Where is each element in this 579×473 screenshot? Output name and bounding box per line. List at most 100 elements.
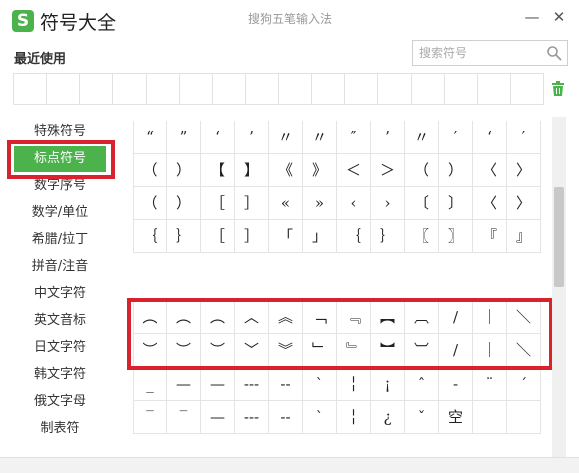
symbol-cell[interactable]: ］ — [235, 187, 269, 220]
symbol-cell[interactable]: ˊ — [507, 368, 541, 401]
symbol-cell[interactable]: 〖 — [405, 220, 439, 253]
symbol-cell[interactable]: --- — [235, 368, 269, 401]
symbol-cell[interactable]: 』 — [507, 220, 541, 253]
sidebar-item-category[interactable]: 数学/单位 — [14, 200, 106, 226]
minimize-button[interactable]: — — [523, 8, 541, 26]
recent-symbol-cell[interactable] — [478, 74, 511, 104]
symbol-cell[interactable]: 〈 — [473, 154, 507, 187]
search-icon[interactable] — [546, 45, 562, 61]
symbol-cell[interactable]: ［ — [201, 220, 235, 253]
symbol-cell[interactable]: ¿ — [371, 401, 405, 434]
recent-symbol-cell[interactable] — [511, 74, 543, 104]
search-input[interactable] — [413, 41, 541, 65]
sidebar-item-category[interactable]: 俄文字母 — [14, 389, 106, 415]
symbol-cell[interactable]: 空 — [439, 401, 473, 434]
symbol-cell[interactable] — [473, 401, 507, 434]
symbol-cell[interactable]: （ — [405, 154, 439, 187]
symbol-cell[interactable]: 〉 — [507, 187, 541, 220]
sidebar-item-category[interactable]: 中文字符 — [14, 281, 106, 307]
symbol-cell[interactable]: ｛ — [133, 220, 167, 253]
symbol-cell[interactable]: ╎ — [337, 401, 371, 434]
symbol-cell[interactable]: “ — [133, 121, 167, 154]
symbol-cell[interactable]: 〉 — [507, 154, 541, 187]
symbol-cell[interactable]: 〕 — [439, 187, 473, 220]
recent-symbol-cell[interactable] — [80, 74, 114, 104]
symbol-cell[interactable]: ］ — [235, 220, 269, 253]
symbol-cell[interactable]: -- — [269, 401, 303, 434]
symbol-cell[interactable]: ¡ — [371, 368, 405, 401]
symbol-cell[interactable]: ＜ — [337, 154, 371, 187]
scrollbar-thumb[interactable] — [554, 187, 564, 287]
symbol-cell[interactable]: — — [201, 368, 235, 401]
symbol-cell[interactable]: 〃 — [303, 121, 337, 154]
symbol-cell[interactable]: ˇ — [405, 401, 439, 434]
recent-symbol-cell[interactable] — [180, 74, 213, 104]
symbol-cell[interactable]: ） — [167, 154, 201, 187]
symbol-cell[interactable]: « — [269, 187, 303, 220]
recent-symbol-cell[interactable] — [47, 74, 81, 104]
recent-symbol-cell[interactable] — [147, 74, 180, 104]
search-box[interactable] — [412, 40, 568, 66]
symbol-cell[interactable]: ‘ — [473, 121, 507, 154]
symbol-cell[interactable]: --- — [235, 401, 269, 434]
symbol-cell[interactable]: ’ — [235, 121, 269, 154]
recent-symbol-cell[interactable] — [213, 74, 246, 104]
recent-symbol-cell[interactable] — [113, 74, 147, 104]
symbol-cell[interactable]: › — [371, 187, 405, 220]
recent-symbol-cell[interactable] — [246, 74, 279, 104]
symbol-cell[interactable]: 【 — [201, 154, 235, 187]
symbol-cell[interactable]: 》 — [303, 154, 337, 187]
symbol-cell[interactable]: ｝ — [167, 220, 201, 253]
recent-symbol-cell[interactable] — [378, 74, 412, 104]
symbol-cell[interactable]: ‘ — [201, 121, 235, 154]
recent-symbol-cell[interactable] — [412, 74, 445, 104]
symbol-cell[interactable]: ′ — [439, 121, 473, 154]
symbol-cell[interactable]: （ — [133, 154, 167, 187]
recent-symbol-cell[interactable] — [312, 74, 346, 104]
symbol-cell[interactable]: » — [303, 187, 337, 220]
symbol-cell[interactable]: 〗 — [439, 220, 473, 253]
symbol-cell[interactable] — [507, 401, 541, 434]
sidebar-item-category[interactable]: 拼音/注音 — [14, 254, 106, 280]
symbol-cell[interactable]: 〃 — [269, 121, 303, 154]
symbol-cell[interactable]: ╎ — [337, 368, 371, 401]
symbol-cell[interactable]: 「 — [269, 220, 303, 253]
symbol-cell[interactable]: 『 — [473, 220, 507, 253]
symbol-cell[interactable]: ‾ — [133, 401, 167, 434]
sidebar-item-category[interactable]: 韩文字符 — [14, 362, 106, 388]
symbol-cell[interactable]: 〔 — [405, 187, 439, 220]
symbol-cell[interactable]: ″ — [337, 121, 371, 154]
symbol-cell[interactable]: — — [167, 368, 201, 401]
symbol-cell[interactable]: ＞ — [371, 154, 405, 187]
symbol-cell[interactable]: ［ — [201, 187, 235, 220]
symbol-cell[interactable]: ˋ — [303, 368, 337, 401]
symbol-cell[interactable]: 《 — [269, 154, 303, 187]
symbol-cell[interactable]: 〈 — [473, 187, 507, 220]
symbol-cell[interactable]: ） — [167, 187, 201, 220]
symbol-cell[interactable]: -- — [269, 368, 303, 401]
symbol-cell[interactable]: ” — [167, 121, 201, 154]
recent-symbol-cell[interactable] — [445, 74, 478, 104]
symbol-cell[interactable]: ｝ — [371, 220, 405, 253]
symbol-cell[interactable]: ‹ — [337, 187, 371, 220]
recent-symbol-cell[interactable] — [279, 74, 313, 104]
recent-symbol-cell[interactable] — [14, 74, 48, 104]
sidebar-item-category[interactable]: 希腊/拉丁 — [14, 227, 106, 253]
symbol-cell[interactable]: — — [201, 401, 235, 434]
sidebar-item-category[interactable]: 制表符 — [14, 416, 106, 442]
sidebar-item-category[interactable]: 日文字符 — [14, 335, 106, 361]
symbol-cell[interactable]: ｛ — [337, 220, 371, 253]
close-button[interactable]: ✕ — [550, 8, 568, 26]
symbol-cell[interactable]: （ — [133, 187, 167, 220]
symbol-cell[interactable]: ˋ — [303, 401, 337, 434]
symbol-cell[interactable]: - — [439, 368, 473, 401]
scrollbar[interactable] — [552, 117, 566, 457]
symbol-cell[interactable]: ） — [439, 154, 473, 187]
symbol-cell[interactable]: ¨ — [473, 368, 507, 401]
symbol-cell[interactable]: ˆ — [405, 368, 439, 401]
symbol-cell[interactable]: 」 — [303, 220, 337, 253]
symbol-cell[interactable]: 】 — [235, 154, 269, 187]
symbol-cell[interactable]: ‾ — [167, 401, 201, 434]
symbol-cell[interactable]: ′ — [507, 121, 541, 154]
trash-icon[interactable] — [551, 81, 565, 97]
